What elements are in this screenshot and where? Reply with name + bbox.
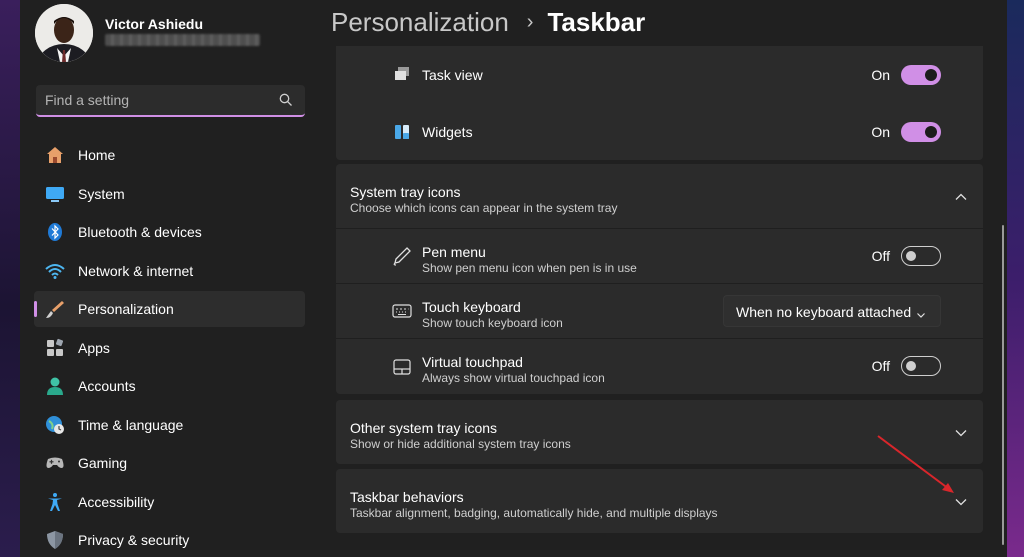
wifi-icon [45,261,65,281]
sidebar-item-accounts[interactable]: Accounts [34,368,305,404]
gamepad-icon [45,453,65,473]
search-input[interactable] [45,85,265,115]
sidebar-item-label: Gaming [78,455,128,471]
setting-row-virtual-touchpad: Virtual touchpad Always show virtual tou… [336,339,983,394]
setting-title: Pen menu [422,244,486,260]
apps-icon [45,338,65,358]
setting-row-pen-menu: Pen menu Show pen menu icon when pen is … [336,229,983,283]
sidebar-item-bluetooth[interactable]: Bluetooth & devices [34,214,305,250]
sidebar-item-network[interactable]: Network & internet [34,253,305,289]
brush-icon [45,299,65,319]
sidebar-item-label: Home [78,147,116,163]
search-box[interactable] [36,85,305,117]
sidebar-item-label: Apps [78,339,110,356]
sidebar-item-home[interactable]: Home [34,137,305,173]
breadcrumb: Personalization › Taskbar [331,4,645,40]
desktop-wallpaper-right [1007,0,1024,557]
toggle-state-label: Off [871,358,890,374]
touch-keyboard-dropdown[interactable]: When no keyboard attached [723,295,941,327]
sidebar-item-personalization[interactable]: Personalization [34,291,305,327]
user-email-redacted [105,34,260,46]
sidebar-nav: Home System Bluetooth & devices Network … [34,137,305,557]
taskbar-items-card: Task view On Widgets On [336,46,983,160]
system-tray-header[interactable]: System tray icons Choose which icons can… [336,164,983,228]
section-title: Taskbar behaviors [350,489,464,505]
setting-row-touch-keyboard: Touch keyboard Show touch keyboard icon … [336,284,983,338]
setting-title: Touch keyboard [422,299,521,315]
person-icon [45,376,65,396]
sidebar-item-label: System [78,185,125,202]
home-icon [45,145,65,165]
dropdown-value: When no keyboard attached [736,304,912,320]
task-view-icon [392,65,412,85]
sidebar-item-label: Accessibility [78,493,155,510]
breadcrumb-parent[interactable]: Personalization [331,7,509,38]
setting-title: Virtual touchpad [422,354,523,370]
sidebar-item-label: Personalization [78,301,174,317]
annotation-arrow-icon [877,435,954,493]
sidebar-item-gaming[interactable]: Gaming [34,445,305,481]
sidebar-item-label: Time & language [78,416,184,433]
setting-title: Task view [422,67,483,83]
section-title: System tray icons [350,184,461,200]
keyboard-icon [392,301,412,321]
touchpad-icon [392,357,412,377]
toggle-state-label: On [871,67,890,83]
sidebar-item-label: Privacy & security [78,532,190,548]
sidebar-item-time-language[interactable]: Time & language [34,407,305,443]
pen-icon [392,246,412,266]
setting-subtitle: Always show virtual touchpad icon [422,371,605,385]
avatar[interactable] [35,4,93,62]
sidebar-item-system[interactable]: System [34,176,305,212]
section-subtitle: Taskbar alignment, badging, automaticall… [350,506,718,520]
chevron-right-icon: › [526,10,534,33]
toggle-knob [925,126,937,138]
system-icon [45,184,65,204]
sidebar-item-label: Accounts [78,378,136,394]
setting-title: Widgets [422,124,473,140]
toggle-state-label: Off [871,248,890,264]
globe-clock-icon [45,415,65,435]
search-icon[interactable] [279,93,293,107]
user-name: Victor Ashiedu [105,16,204,32]
sidebar-item-privacy-security[interactable]: Privacy & security [34,522,305,557]
toggle-knob [906,361,916,371]
pen-menu-toggle[interactable] [901,246,941,266]
scrollbar[interactable] [1002,225,1004,545]
section-subtitle: Show or hide additional system tray icon… [350,437,571,451]
sidebar: Victor Ashiedu Home System [20,0,320,557]
bluetooth-icon [45,222,65,242]
task-view-toggle[interactable] [901,65,941,85]
toggle-state-label: On [871,124,890,140]
setting-subtitle: Show pen menu icon when pen is in use [422,261,637,275]
sidebar-item-accessibility[interactable]: Accessibility [34,484,305,520]
setting-subtitle: Show touch keyboard icon [422,316,563,330]
widgets-icon [392,122,412,142]
chevron-down-icon [916,307,926,318]
shield-icon [45,530,65,550]
sidebar-item-label: Bluetooth & devices [78,224,202,240]
toggle-knob [925,69,937,81]
chevron-up-icon[interactable] [955,190,967,202]
toggle-knob [906,251,916,261]
setting-row-widgets: Widgets On [336,103,983,160]
sidebar-item-label: Network & internet [78,262,194,279]
widgets-toggle[interactable] [901,122,941,142]
system-tray-icons-card: System tray icons Choose which icons can… [336,164,983,394]
page-title: Taskbar [547,6,646,37]
virtual-touchpad-toggle[interactable] [901,356,941,376]
sidebar-item-apps[interactable]: Apps [34,330,305,366]
section-title: Other system tray icons [350,420,498,436]
accessibility-icon [45,492,65,512]
setting-row-task-view: Task view On [336,46,983,103]
desktop-wallpaper-left [0,0,20,557]
section-subtitle: Choose which icons can appear in the sys… [350,201,618,215]
